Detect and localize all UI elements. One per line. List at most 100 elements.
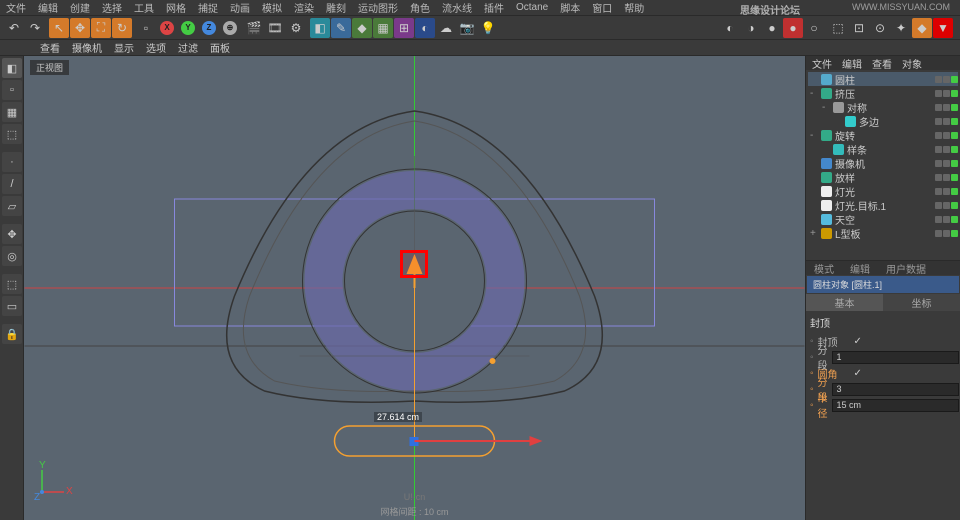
object-flags[interactable] [935,174,958,181]
menu-角色[interactable]: 角色 [410,0,430,15]
display-mode-1[interactable]: ◐ [720,18,740,38]
menu-帮助[interactable]: 帮助 [624,0,644,15]
vpmenu-过滤[interactable]: 过滤 [178,40,198,55]
attr-input[interactable] [832,351,959,364]
object-row[interactable]: 圆柱 [808,72,958,86]
vpmenu-查看[interactable]: 查看 [40,40,60,55]
primitive-cube[interactable]: ◧ [310,18,330,38]
menu-选择[interactable]: 选择 [102,0,122,15]
point-mode[interactable]: · [2,152,22,172]
viewport-front[interactable]: 正视图 [24,56,805,520]
treemenu-查看[interactable]: 查看 [872,56,892,70]
display-mode-3[interactable]: ● [762,18,782,38]
attr-tab-用户数据[interactable]: 用户数据 [878,261,934,275]
snap-1[interactable]: ⬚ [828,18,848,38]
select-tool[interactable]: ↖ [49,18,69,38]
object-row[interactable]: 天空 [808,212,958,226]
menu-Octane[interactable]: Octane [516,2,548,13]
treemenu-对象[interactable]: 对象 [902,56,922,70]
menu-脚本[interactable]: 脚本 [560,0,580,15]
move-tool[interactable]: ✥ [70,18,90,38]
menu-窗口[interactable]: 窗口 [592,0,612,15]
snap-2[interactable]: ⊡ [849,18,869,38]
workplane-toggle[interactable]: ▭ [2,296,22,316]
object-row[interactable]: 灯光 [808,184,958,198]
rotate-tool[interactable]: ↻ [112,18,132,38]
menu-模拟[interactable]: 模拟 [262,0,282,15]
snap-6[interactable]: ▼ [933,18,953,38]
recent-tool[interactable]: ▫ [136,18,156,38]
attr-input[interactable] [832,383,959,396]
menu-雕刻[interactable]: 雕刻 [326,0,346,15]
display-mode-2[interactable]: ◑ [741,18,761,38]
menu-渲染[interactable]: 渲染 [294,0,314,15]
menu-捕捉[interactable]: 捕捉 [198,0,218,15]
camera-button[interactable]: 📷 [457,18,477,38]
subdiv-button[interactable]: ▦ [373,18,393,38]
object-row[interactable]: 样条 [808,142,958,156]
object-row[interactable]: -挤压 [808,86,958,100]
viewport-solo[interactable]: ◎ [2,246,22,266]
spline-pen[interactable]: ✎ [331,18,351,38]
object-flags[interactable] [935,118,958,125]
menu-流水线[interactable]: 流水线 [442,0,472,15]
menu-创建[interactable]: 创建 [70,0,90,15]
object-row[interactable]: -旋转 [808,128,958,142]
enable-axis[interactable]: ✥ [2,224,22,244]
object-row[interactable]: +L型板 [808,226,958,240]
menu-运动图形[interactable]: 运动图形 [358,0,398,15]
snap-3[interactable]: ⊙ [870,18,890,38]
display-mode-4[interactable]: ● [783,18,803,38]
object-row[interactable]: 放样 [808,170,958,184]
undo-button[interactable]: ↶ [4,18,24,38]
object-flags[interactable] [935,146,958,153]
object-mode[interactable]: ▫ [2,80,22,100]
menu-编辑[interactable]: 编辑 [38,0,58,15]
object-flags[interactable] [935,104,958,111]
expand-toggle[interactable]: - [822,102,830,113]
attr-checkbox[interactable]: ✓ [854,336,862,347]
attr-tab-编辑[interactable]: 编辑 [842,261,878,275]
menu-插件[interactable]: 插件 [484,0,504,15]
object-flags[interactable] [935,230,958,237]
treemenu-编辑[interactable]: 编辑 [842,56,862,70]
menu-网格[interactable]: 网格 [166,0,186,15]
workplane-mode[interactable]: ⬚ [2,124,22,144]
object-manager-tree[interactable]: 圆柱-挤压-对称 多边-旋转 样条 摄像机 放样 灯光 灯光.目标.1 天空+L… [806,70,960,260]
expand-toggle[interactable]: - [810,130,818,141]
generator-button[interactable]: ◆ [352,18,372,38]
texture-mode[interactable]: ▦ [2,102,22,122]
model-mode[interactable]: ◧ [2,58,22,78]
object-flags[interactable] [935,90,958,97]
attr-subtab-基本[interactable]: 基本 [806,294,883,311]
menu-工具[interactable]: 工具 [134,0,154,15]
display-mode-5[interactable]: ○ [804,18,824,38]
treemenu-文件[interactable]: 文件 [812,56,832,70]
attr-input[interactable] [832,399,959,412]
polygon-mode[interactable]: ▱ [2,196,22,216]
axis-x-toggle[interactable]: X [157,18,177,38]
edge-mode[interactable]: / [2,174,22,194]
axis-y-toggle[interactable]: Y [178,18,198,38]
menu-动画[interactable]: 动画 [230,0,250,15]
object-flags[interactable] [935,202,958,209]
array-button[interactable]: ⊞ [394,18,414,38]
render-settings-button[interactable]: 🎞 [265,18,285,38]
light-button[interactable]: 💡 [478,18,498,38]
deformer-button[interactable]: ◐ [415,18,435,38]
attr-subtab-坐标[interactable]: 坐标 [883,294,960,311]
object-flags[interactable] [935,160,958,167]
snap-toggle[interactable]: ⬚ [2,274,22,294]
expand-toggle[interactable]: + [810,228,818,239]
object-row[interactable]: 灯光.目标.1 [808,198,958,212]
object-flags[interactable] [935,76,958,83]
environment-button[interactable]: ☁ [436,18,456,38]
attr-tab-模式[interactable]: 模式 [806,261,842,275]
render-view-button[interactable]: 🎬 [244,18,264,38]
vpmenu-选项[interactable]: 选项 [146,40,166,55]
expand-toggle[interactable]: - [810,88,818,99]
scale-tool[interactable]: ⛶ [91,18,111,38]
object-row[interactable]: 摄像机 [808,156,958,170]
menu-文件[interactable]: 文件 [6,0,26,15]
object-row[interactable]: 多边 [808,114,958,128]
